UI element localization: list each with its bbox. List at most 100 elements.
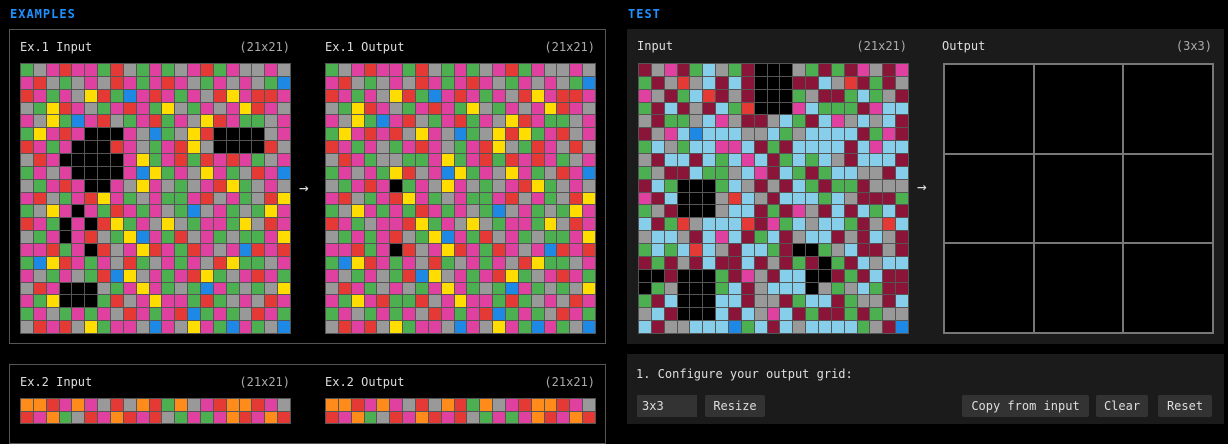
output-cell[interactable] [945, 244, 1033, 332]
grid-cell [467, 308, 480, 321]
grid-cell [544, 295, 557, 308]
grid-cell [467, 76, 480, 89]
grid-cell [818, 308, 831, 321]
grid-cell [831, 256, 844, 269]
grid-cell [896, 128, 908, 141]
grid-cell [188, 64, 200, 76]
grid-cell [480, 76, 493, 89]
grid-cell [239, 321, 252, 333]
grid-cell [651, 192, 664, 205]
grid-cell [239, 243, 252, 256]
output-cell[interactable] [945, 65, 1033, 153]
grid-cell [831, 282, 844, 295]
grid-cell [415, 64, 428, 76]
grid-cell [162, 243, 175, 256]
grid-cell [651, 153, 664, 166]
grid-cell [136, 399, 149, 411]
grid-cell [175, 295, 188, 308]
grid-cell [110, 166, 123, 179]
grid-cell [531, 269, 544, 282]
grid-cell [454, 166, 467, 179]
grid-cell [149, 269, 162, 282]
grid-cell [467, 102, 480, 115]
grid-cell [213, 218, 226, 231]
grid-cell [793, 218, 806, 231]
clear-button[interactable]: Clear [1096, 395, 1148, 417]
output-cell[interactable] [1034, 154, 1123, 243]
grid-cell [265, 115, 278, 128]
output-cell[interactable] [1124, 244, 1212, 332]
grid-cell [403, 256, 415, 269]
grid-cell [831, 89, 844, 102]
grid-cell [175, 218, 188, 231]
grid-cell [278, 102, 290, 115]
grid-cell [741, 269, 754, 282]
grid-cell [21, 179, 33, 192]
grid-cell [188, 411, 200, 423]
grid-cell [728, 269, 741, 282]
grid-cell [403, 205, 415, 218]
grid-cell [213, 115, 226, 128]
grid-cell [664, 153, 677, 166]
grid-size-input[interactable] [637, 395, 697, 417]
grid-cell [544, 89, 557, 102]
grid-cell [123, 76, 136, 89]
grid-cell [85, 411, 98, 423]
grid-cell [85, 218, 98, 231]
grid-cell [136, 218, 149, 231]
grid-cell [557, 269, 570, 282]
grid-cell [454, 76, 467, 89]
grid-cell [390, 166, 403, 179]
grid-cell [46, 153, 59, 166]
grid-cell [110, 399, 123, 411]
grid-cell [403, 411, 415, 423]
grid-cell [870, 141, 883, 153]
ex2-output-dims: (21x21) [544, 375, 595, 389]
grid-cell [639, 205, 651, 218]
grid-cell [493, 411, 505, 423]
grid-cell [454, 179, 467, 192]
grid-cell [518, 399, 531, 411]
grid-cell [690, 243, 703, 256]
grid-cell [677, 166, 690, 179]
grid-cell [351, 76, 364, 89]
output-cell[interactable] [1124, 65, 1212, 153]
grid-cell [780, 153, 793, 166]
grid-cell [870, 166, 883, 179]
resize-button[interactable]: Resize [705, 395, 765, 417]
grid-cell [844, 308, 857, 321]
reset-button[interactable]: Reset [1158, 395, 1212, 417]
grid-cell [338, 102, 351, 115]
grid-cell [493, 179, 505, 192]
grid-cell [149, 76, 162, 89]
copy-from-input-button[interactable]: Copy from input [962, 395, 1089, 417]
grid-cell [583, 243, 595, 256]
grid-cell [239, 295, 252, 308]
output-cell[interactable] [1034, 65, 1123, 153]
grid-cell [728, 115, 741, 128]
output-cell[interactable] [1124, 154, 1212, 243]
grid-cell [239, 399, 252, 411]
grid-cell [690, 115, 703, 128]
grid-cell [857, 89, 870, 102]
grid-cell [265, 256, 278, 269]
output-cell[interactable] [1034, 244, 1123, 332]
grid-cell [583, 411, 595, 423]
grid-cell [664, 205, 677, 218]
grid-cell [377, 282, 390, 295]
example-1-panel: Ex.1 Input (21x21) → Ex.1 Output (21x21) [9, 29, 606, 344]
grid-cell [870, 282, 883, 295]
grid-cell [896, 269, 908, 282]
grid-cell [896, 256, 908, 269]
grid-cell [651, 282, 664, 295]
output-cell[interactable] [945, 154, 1033, 243]
grid-cell [428, 411, 441, 423]
grid-cell [883, 243, 896, 256]
grid-cell [226, 76, 239, 89]
grid-cell [844, 205, 857, 218]
grid-cell [741, 282, 754, 295]
grid-cell [110, 179, 123, 192]
ex2-input-label: Ex.2 Input [20, 375, 93, 389]
test-output-grid[interactable] [943, 63, 1214, 334]
grid-cell [741, 128, 754, 141]
